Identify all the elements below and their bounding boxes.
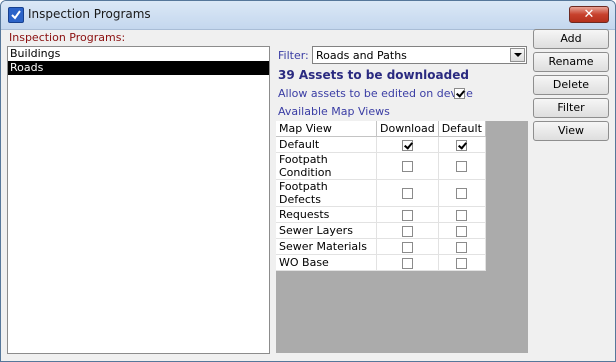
default-checkbox[interactable] — [456, 188, 468, 199]
filter-label: Filter: — [278, 49, 309, 62]
default-checkbox[interactable] — [456, 241, 468, 253]
map-view-name: Footpath Defects — [276, 179, 377, 207]
program-item-roads[interactable]: Roads — [8, 61, 269, 75]
map-view-name: WO Base — [276, 254, 377, 271]
title-bar: Inspection Programs ✕ — [1, 1, 615, 30]
filter-value: Roads and Paths — [316, 49, 407, 62]
program-item-buildings[interactable]: Buildings — [8, 47, 269, 61]
column-header-default[interactable]: Default — [438, 121, 486, 137]
filter-dropdown[interactable]: Roads and Paths — [312, 46, 527, 64]
inspection-programs-window: Inspection Programs ✕ Inspection Program… — [0, 0, 616, 362]
assets-count-text: 39 Assets to be downloaded — [278, 68, 469, 82]
map-views-table: Map View Download Default Default Footpa… — [276, 121, 486, 271]
download-checkbox[interactable] — [401, 209, 413, 221]
table-row[interactable]: Footpath Defects — [276, 179, 486, 207]
programs-list[interactable]: Buildings Roads — [7, 46, 270, 354]
table-row[interactable]: Sewer Layers — [276, 222, 486, 239]
allow-edit-label: Allow assets to be edited on device — [278, 87, 473, 100]
column-header-map-view[interactable]: Map View — [276, 121, 377, 137]
default-checkbox[interactable] — [456, 161, 468, 172]
table-row[interactable]: Requests — [276, 206, 486, 223]
map-view-name: Sewer Materials — [276, 238, 377, 255]
rename-button[interactable]: Rename — [533, 52, 609, 72]
table-row[interactable]: WO Base — [276, 254, 486, 271]
default-checkbox[interactable] — [456, 225, 468, 237]
dropdown-arrow-button[interactable] — [510, 48, 525, 62]
download-checkbox[interactable] — [401, 241, 413, 253]
download-checkbox[interactable] — [401, 225, 413, 237]
close-button[interactable]: ✕ — [569, 6, 609, 23]
programs-label: Inspection Programs: — [9, 31, 126, 44]
column-header-download[interactable]: Download — [376, 121, 439, 137]
chevron-down-icon — [514, 53, 522, 57]
download-checkbox[interactable] — [401, 188, 413, 199]
map-view-name: Default — [276, 136, 377, 153]
download-checkbox[interactable] — [401, 139, 413, 151]
default-checkbox[interactable] — [456, 139, 468, 151]
map-views-grid: Map View Download Default Default Footpa… — [276, 121, 528, 353]
view-button[interactable]: View — [533, 121, 609, 141]
table-row[interactable]: Default — [276, 136, 486, 153]
delete-button[interactable]: Delete — [533, 75, 609, 95]
default-checkbox[interactable] — [456, 257, 468, 269]
add-button[interactable]: Add — [533, 29, 609, 49]
table-row[interactable]: Sewer Materials — [276, 238, 486, 255]
download-checkbox[interactable] — [401, 161, 413, 172]
download-checkbox[interactable] — [401, 257, 413, 269]
close-icon: ✕ — [583, 7, 595, 22]
window-title: Inspection Programs — [28, 7, 151, 21]
filter-button[interactable]: Filter — [533, 98, 609, 118]
table-row[interactable]: Footpath Condition — [276, 152, 486, 180]
allow-edit-checkbox[interactable] — [454, 87, 465, 99]
map-view-name: Sewer Layers — [276, 222, 377, 239]
map-view-name: Requests — [276, 206, 377, 223]
app-checkbox-icon — [8, 7, 24, 23]
default-checkbox[interactable] — [456, 209, 468, 221]
available-map-views-label: Available Map Views — [278, 105, 390, 118]
map-view-name: Footpath Condition — [276, 152, 377, 180]
